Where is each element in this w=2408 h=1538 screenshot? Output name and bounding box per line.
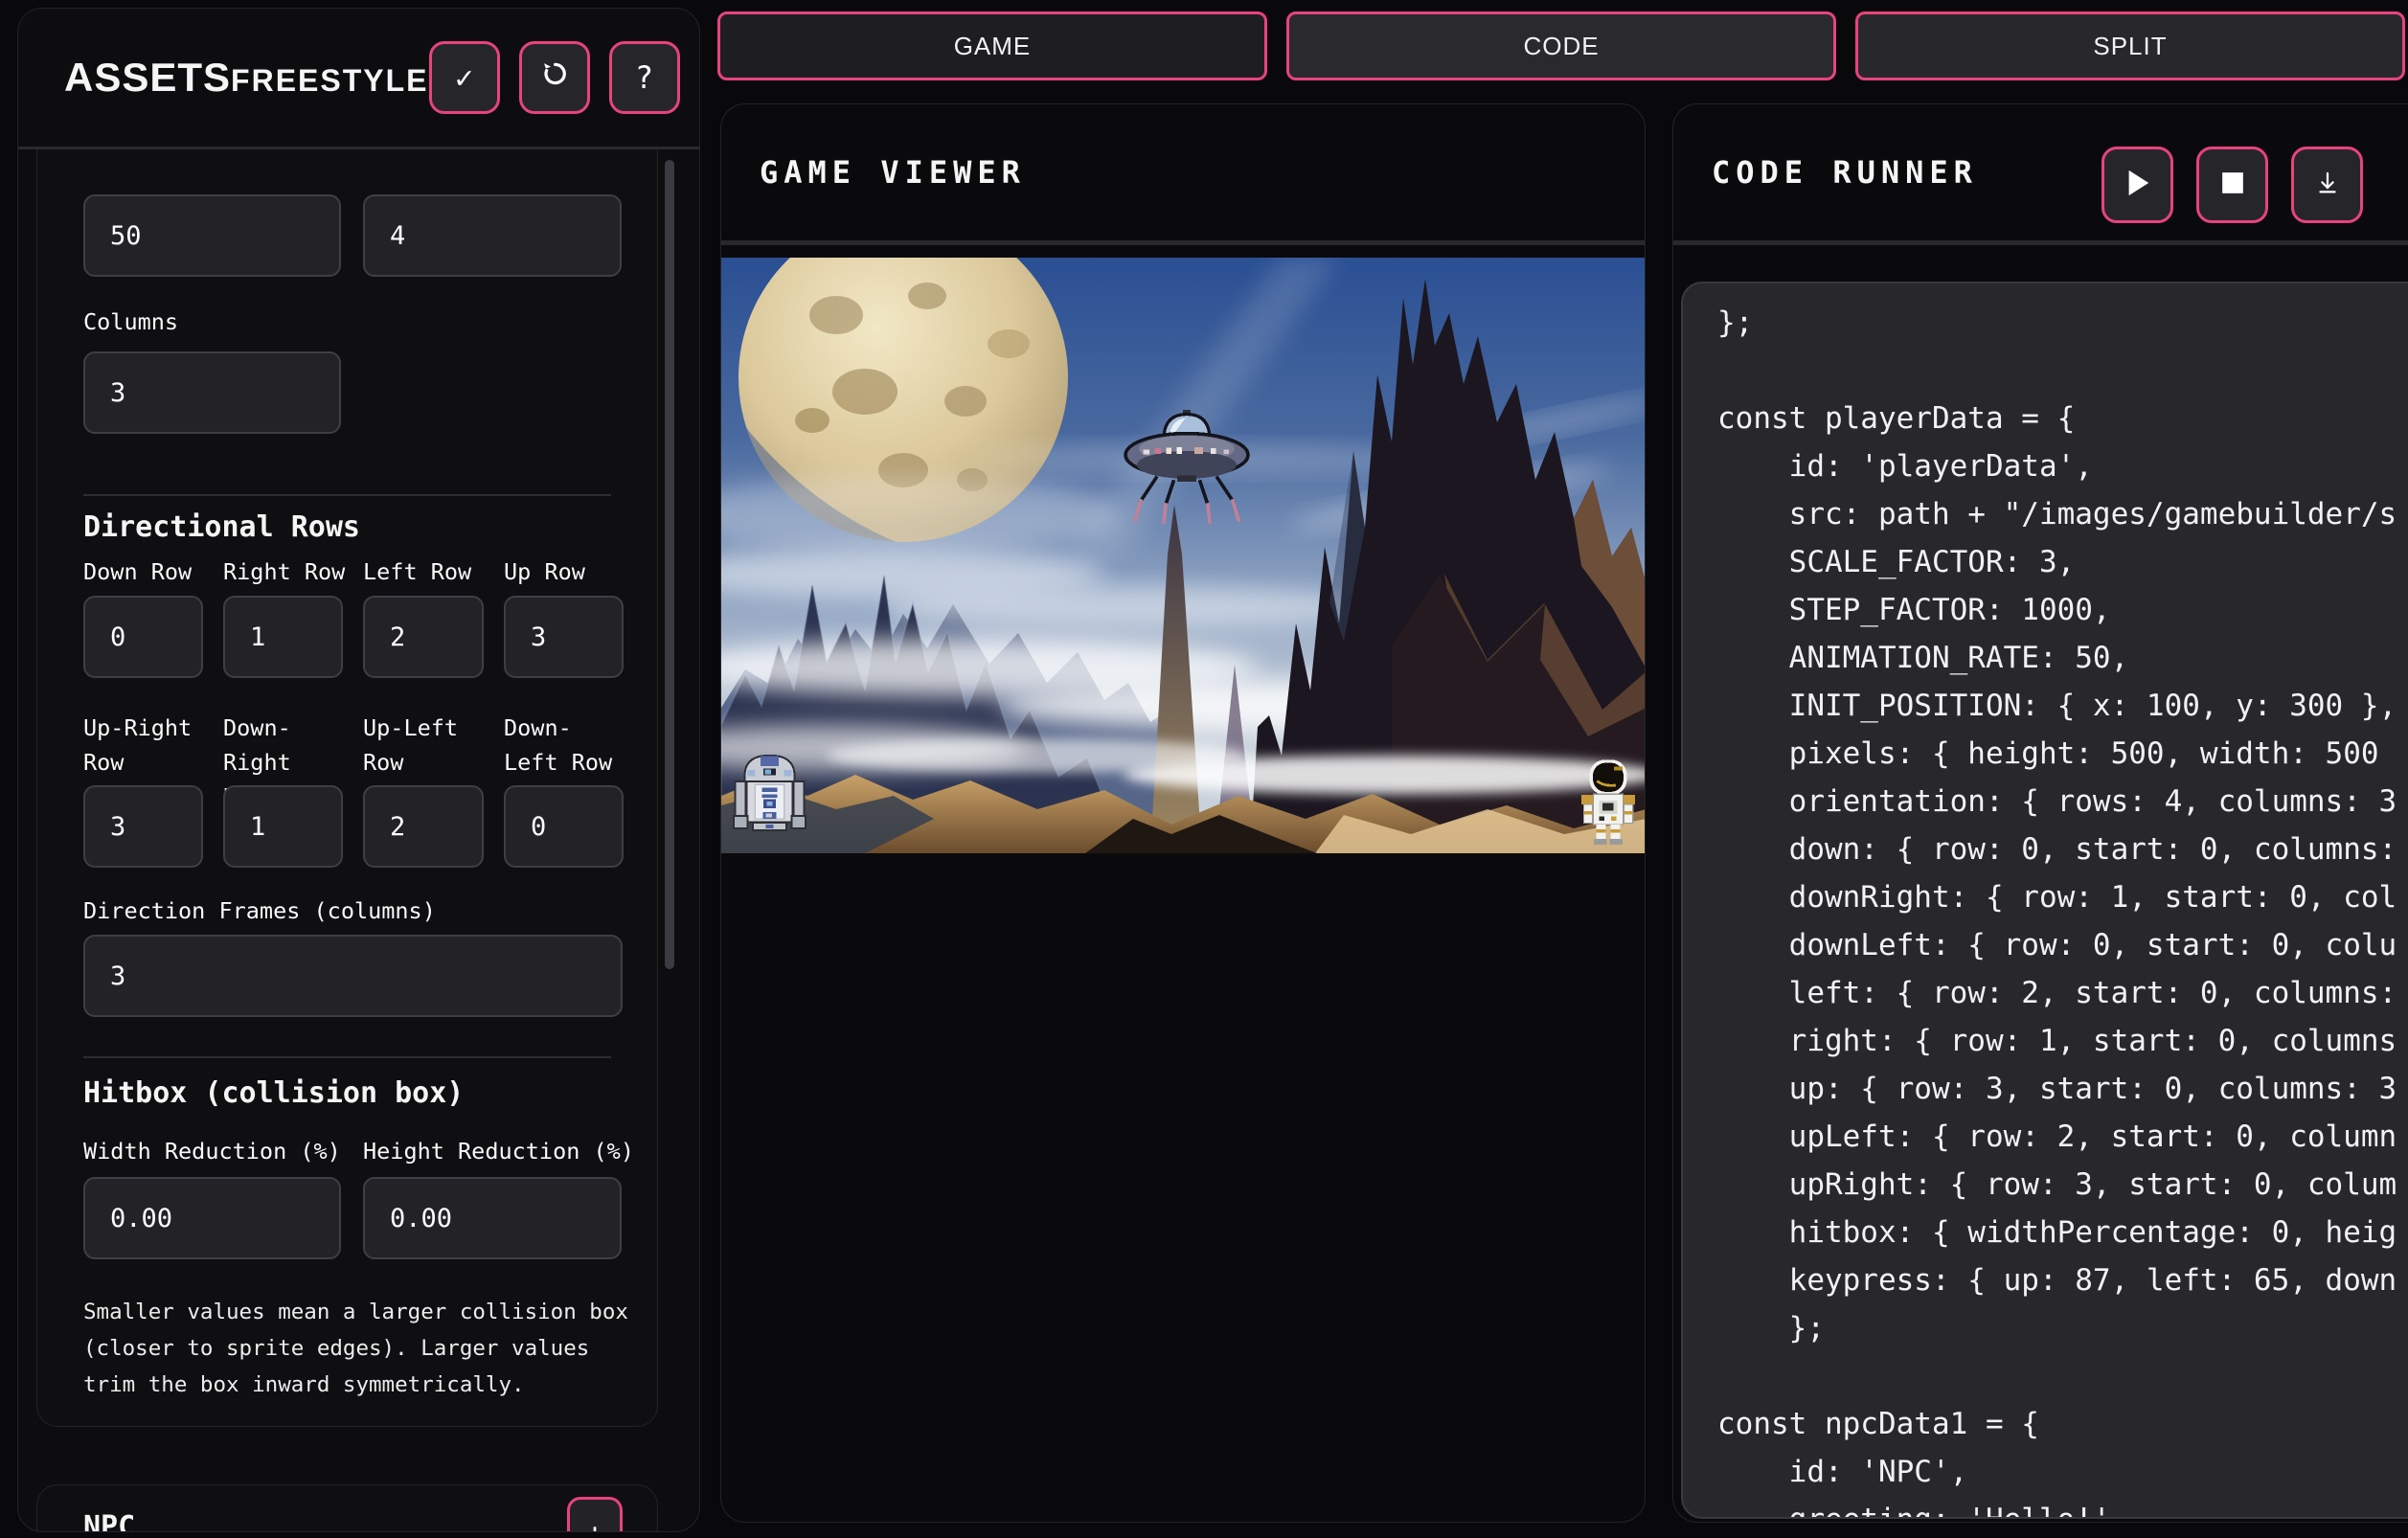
game-stage[interactable]: [721, 258, 1646, 853]
add-npc-button[interactable]: +: [567, 1497, 623, 1531]
left-row-label: Left Row: [363, 557, 484, 586]
up-row-input[interactable]: [504, 596, 624, 678]
up-right-row-label: Up-Right Row: [83, 711, 203, 780]
download-icon: [2313, 169, 2342, 201]
check-icon: ✓: [455, 59, 473, 96]
refresh-button[interactable]: [519, 41, 590, 114]
play-icon: [2124, 169, 2151, 201]
question-icon: ?: [635, 59, 653, 96]
assets-sidebar: ASSETSFREESTYLE ✓ ?: [17, 8, 700, 1532]
divider: [83, 1056, 611, 1058]
npc-card: NPC +: [36, 1484, 658, 1531]
tab-code[interactable]: CODE: [1286, 11, 1836, 80]
divider: [83, 494, 611, 496]
down-right-row-input[interactable]: [223, 785, 343, 868]
code-runner-actions: [2101, 147, 2363, 223]
hitbox-note: Smaller values mean a larger collision b…: [83, 1294, 640, 1403]
right-row-label: Right Row: [223, 557, 343, 586]
alien-landscape-scene: [721, 258, 1646, 853]
confirm-button[interactable]: ✓: [429, 41, 500, 114]
up-left-row-label: Up-Left Row: [363, 711, 484, 780]
code-runner-header: CODE RUNNER: [1673, 104, 2408, 245]
directional-labels-row: Down Row Right Row Left Row Up Row: [83, 557, 611, 586]
sidebar-header: ASSETSFREESTYLE ✓ ?: [18, 9, 699, 149]
robot-sprite: [731, 751, 808, 835]
height-reduction-input[interactable]: [363, 1177, 622, 1259]
up-row-label: Up Row: [504, 557, 624, 586]
tab-split[interactable]: SPLIT: [1855, 11, 2405, 80]
directional-rows-title: Directional Rows: [83, 509, 611, 546]
up-right-row-input[interactable]: [83, 785, 203, 868]
down-left-row-input[interactable]: [504, 785, 624, 868]
up-left-row-input[interactable]: [363, 785, 484, 868]
tab-game[interactable]: GAME: [717, 11, 1267, 80]
code-editor[interactable]: }; const playerData = { id: 'playerData'…: [1681, 282, 2408, 1519]
down-left-row-label: Down-Left Row: [504, 711, 624, 780]
game-viewer-header: GAME VIEWER: [721, 104, 1645, 245]
down-row-input[interactable]: [83, 596, 203, 678]
refresh-icon: [538, 57, 571, 98]
brand-logo: ASSETSFREESTYLE: [64, 55, 429, 101]
tab-game-label: GAME: [954, 32, 1032, 61]
header-actions: ✓ ?: [429, 41, 680, 114]
astronaut-sprite: [1575, 756, 1642, 848]
direction-frames-input[interactable]: [83, 935, 623, 1017]
top-inputs-row: [83, 194, 611, 277]
app-root: ASSETSFREESTYLE ✓ ?: [0, 0, 2408, 1538]
run-code-button[interactable]: [2101, 147, 2173, 223]
diagonal-labels-row: Up-Right Row Down-Right Row Up-Left Row …: [83, 711, 611, 780]
direction-frames-label: Direction Frames (columns): [83, 896, 611, 925]
help-button[interactable]: ?: [609, 41, 680, 114]
down-row-label: Down Row: [83, 557, 203, 586]
down-right-row-label: Down-Right Row: [223, 711, 343, 780]
hitbox-title: Hitbox (collision box): [83, 1075, 611, 1112]
sidebar-scroll-area[interactable]: Columns Directional Rows Down Row Right …: [18, 149, 699, 1531]
columns-label: Columns: [83, 307, 611, 336]
columns-input[interactable]: [83, 351, 341, 434]
height-reduction-label: Height Reduction (%): [363, 1137, 622, 1165]
hitbox-inputs-row: [83, 1177, 611, 1259]
download-code-button[interactable]: [2291, 147, 2363, 223]
sprite-settings-card: Columns Directional Rows Down Row Right …: [36, 149, 658, 1427]
animation-rate-input[interactable]: [83, 194, 341, 277]
columns-row: [83, 351, 611, 434]
left-row-input[interactable]: [363, 596, 484, 678]
directional-inputs-row: [83, 596, 611, 678]
diagonal-inputs-row: [83, 785, 611, 868]
width-reduction-label: Width Reduction (%): [83, 1137, 341, 1165]
tab-split-label: SPLIT: [2093, 32, 2167, 61]
hitbox-labels-row: Width Reduction (%) Height Reduction (%): [83, 1137, 611, 1165]
tab-code-label: CODE: [1523, 32, 1599, 61]
game-viewer-panel: GAME VIEWER: [720, 103, 1646, 1523]
stop-code-button[interactable]: [2196, 147, 2268, 223]
code-runner-panel: CODE RUNNER: [1672, 103, 2408, 1523]
plus-icon: +: [585, 1516, 603, 1531]
right-row-input[interactable]: [223, 596, 343, 678]
code-runner-title: CODE RUNNER: [1712, 154, 1978, 191]
npc-title: NPC: [83, 1510, 623, 1531]
sidebar-scrollbar[interactable]: [665, 160, 674, 969]
brand-bold: ASSETS: [64, 55, 231, 101]
stop-icon: [2220, 170, 2245, 199]
code-content: }; const playerData = { id: 'playerData'…: [1683, 283, 2408, 1519]
brand-light: FREESTYLE: [231, 63, 428, 99]
game-viewer-title: GAME VIEWER: [760, 154, 1026, 191]
rows-input[interactable]: [363, 194, 622, 277]
width-reduction-input[interactable]: [83, 1177, 341, 1259]
ufo-sprite: [1114, 401, 1260, 528]
